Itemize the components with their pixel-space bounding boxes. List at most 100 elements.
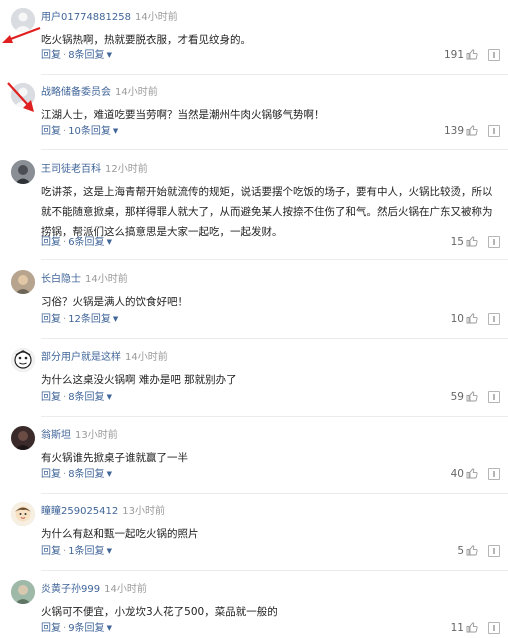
- photo-avatar-icon[interactable]: [11, 160, 35, 184]
- comment-meta: 用户01774881258 14小时前: [41, 12, 178, 24]
- separator-dot: ·: [63, 392, 67, 403]
- photo-avatar-icon[interactable]: [11, 270, 35, 294]
- comment-time: 14小时前: [85, 274, 128, 285]
- chevron-down-icon: ▼: [112, 127, 119, 135]
- comment-actions: 回复 · 8条回复 ▼: [41, 48, 112, 63]
- like-button[interactable]: 139: [444, 124, 478, 138]
- replies-toggle[interactable]: 8条回复 ▼: [68, 50, 112, 61]
- reply-button[interactable]: 回复: [41, 392, 61, 403]
- comment-actions: 回复 · 6条回复 ▼: [41, 235, 112, 250]
- replies-toggle[interactable]: 6条回复 ▼: [68, 237, 112, 248]
- comment-time: 14小时前: [135, 12, 178, 23]
- comment-text: 吃讲茶，这是上海青帮开始就流传的规矩，说话要摆个吃饭的场子，要有中人，火锅比较烫…: [41, 186, 493, 238]
- photo-avatar-icon[interactable]: [11, 580, 35, 604]
- comment-time: 13小时前: [122, 506, 165, 517]
- like-count: 191: [443, 49, 464, 61]
- report-icon[interactable]: [488, 622, 500, 634]
- thumb-up-icon: [466, 49, 478, 60]
- replies-toggle[interactable]: 12条回复 ▼: [68, 314, 118, 325]
- comment-text: 习俗？火锅是满人的饮食好吧！: [41, 296, 188, 308]
- comment-meta: 战略储备委员会 14小时前: [41, 87, 158, 99]
- comment-text: 为什么有赵和甄一起吃火锅的照片: [41, 528, 199, 540]
- comment-time: 14小时前: [125, 352, 168, 363]
- comment-username[interactable]: 王司徒老百科: [41, 164, 101, 175]
- comment-username[interactable]: 用户01774881258: [41, 12, 131, 23]
- comment-actions: 回复 · 9条回复 ▼: [41, 621, 112, 636]
- report-icon[interactable]: [488, 236, 500, 248]
- report-icon[interactable]: [488, 545, 500, 557]
- separator-dot: ·: [63, 50, 67, 61]
- comment-username[interactable]: 炎黄子孙999: [41, 584, 100, 595]
- like-count: 139: [443, 125, 464, 137]
- comment-username[interactable]: 瞳瞳259025412: [41, 506, 118, 517]
- comment-time: 14小时前: [104, 584, 147, 595]
- comment-actions: 回复 · 1条回复 ▼: [41, 544, 112, 559]
- reply-button[interactable]: 回复: [41, 469, 61, 480]
- separator-dot: ·: [63, 546, 67, 557]
- report-icon[interactable]: [488, 391, 500, 403]
- divider: [41, 74, 508, 75]
- comment-text: 火锅可不便宜，小龙坎3人花了500，菜品就一般的: [41, 606, 278, 618]
- like-count: 40: [450, 468, 464, 480]
- comment-time: 12小时前: [105, 164, 148, 175]
- chevron-down-icon: ▼: [106, 470, 112, 478]
- annotation-arrow-icon: [7, 82, 34, 112]
- comment-meta: 长白隐士 14小时前: [41, 274, 128, 286]
- separator-dot: ·: [63, 314, 67, 325]
- like-count: 11: [450, 622, 464, 634]
- comment-time: 13小时前: [75, 430, 118, 441]
- replies-toggle[interactable]: 1条回复 ▼: [68, 546, 112, 557]
- thumb-up-icon: [466, 236, 478, 247]
- separator-dot: ·: [63, 126, 67, 137]
- like-button[interactable]: 11: [451, 621, 478, 635]
- like-button[interactable]: 191: [444, 48, 478, 62]
- comment-meta: 炎黄子孙999 14小时前: [41, 584, 147, 596]
- comment-username[interactable]: 长白隐士: [41, 274, 81, 285]
- report-icon[interactable]: [488, 313, 500, 325]
- replies-toggle[interactable]: 9条回复 ▼: [68, 623, 112, 634]
- reply-button[interactable]: 回复: [41, 50, 61, 61]
- report-icon[interactable]: [488, 49, 500, 61]
- like-button[interactable]: 5: [457, 544, 478, 558]
- reply-button[interactable]: 回复: [41, 546, 61, 557]
- thumb-up-icon: [466, 391, 478, 402]
- comment-text: 吃火锅热啊，热就要脱衣服，才看见纹身的。: [41, 34, 251, 46]
- reply-button[interactable]: 回复: [41, 314, 61, 325]
- reply-button[interactable]: 回复: [41, 623, 61, 634]
- cartoon-avatar-icon[interactable]: [11, 348, 35, 372]
- divider: [41, 259, 508, 260]
- replies-toggle[interactable]: 10条回复 ▼: [68, 126, 118, 137]
- thumb-up-icon: [466, 545, 478, 556]
- thumb-up-icon: [466, 125, 478, 136]
- comment-username[interactable]: 部分用户就是这样: [41, 352, 121, 363]
- thumb-up-icon: [466, 313, 478, 324]
- reply-button[interactable]: 回复: [41, 237, 61, 248]
- comment-meta: 翁斯坦 13小时前: [41, 430, 118, 442]
- comment-username[interactable]: 翁斯坦: [41, 430, 71, 441]
- report-icon[interactable]: [488, 125, 500, 137]
- cartoon-avatar-icon[interactable]: [11, 502, 35, 526]
- chevron-down-icon: ▼: [106, 51, 112, 59]
- replies-toggle[interactable]: 8条回复 ▼: [68, 392, 112, 403]
- like-button[interactable]: 59: [451, 390, 478, 404]
- like-button[interactable]: 10: [451, 312, 478, 326]
- report-icon[interactable]: [488, 468, 500, 480]
- comment-time: 14小时前: [115, 87, 158, 98]
- chevron-down-icon: ▼: [106, 238, 112, 246]
- chevron-down-icon: ▼: [106, 624, 112, 632]
- replies-toggle[interactable]: 8条回复 ▼: [68, 469, 112, 480]
- comment-meta: 王司徒老百科 12小时前: [41, 164, 148, 176]
- reply-button[interactable]: 回复: [41, 126, 61, 137]
- comment-actions: 回复 · 8条回复 ▼: [41, 390, 112, 405]
- comment-username[interactable]: 战略储备委员会: [41, 87, 111, 98]
- comment-meta: 瞳瞳259025412 13小时前: [41, 506, 165, 518]
- like-count: 15: [450, 236, 464, 248]
- comment-meta: 部分用户就是这样 14小时前: [41, 352, 168, 364]
- separator-dot: ·: [63, 623, 67, 634]
- like-button[interactable]: 15: [451, 235, 478, 249]
- divider: [41, 416, 508, 417]
- divider: [41, 493, 508, 494]
- photo-avatar-icon[interactable]: [11, 426, 35, 450]
- comment-text: 为什么这桌没火锅啊 难办是吧 那就别办了: [41, 374, 237, 386]
- like-button[interactable]: 40: [451, 467, 478, 481]
